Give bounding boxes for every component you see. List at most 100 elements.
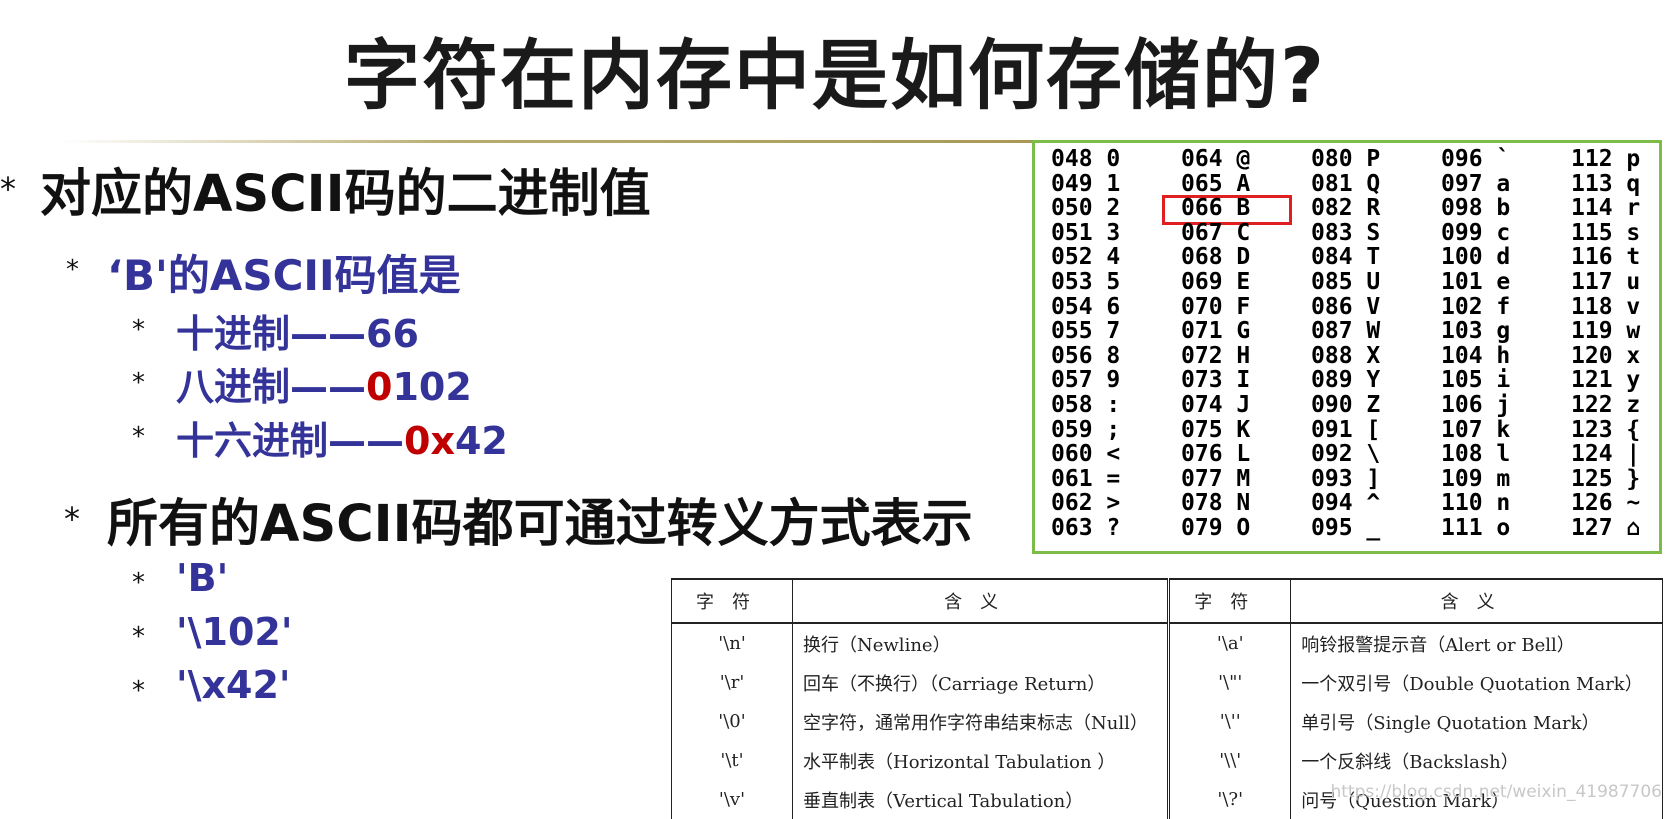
header-char: 字符 [671,578,793,624]
ascii-column: 080 P 081 Q 082 R 083 S 084 T 085 U 086 V 087 W… [1311,147,1380,541]
ascii-entry: 052 4 [1051,244,1121,271]
bullet-ascii-binary: 对应的ASCII码的二进制值 [40,165,651,224]
ascii-entry: 094 ^ [1311,490,1381,517]
ascii-table-panel: 048 0 049 1 050 2 051 3 052 4 053 5 054 6 055 7… [1032,140,1662,554]
escape-meaning: 回车（不换行）（Carriage Return） [791,663,1170,702]
decimal-value: 66 [366,312,419,356]
ascii-entry: 104 h [1441,342,1511,369]
ascii-entry: 065 A [1181,170,1251,197]
ascii-entry: 053 5 [1051,268,1121,295]
escape-char: '\v' [671,780,793,819]
ascii-entry: 070 F [1181,293,1251,320]
ascii-entry: 106 j [1441,391,1511,418]
ascii-entry: 084 T [1311,244,1381,271]
escape-char: '\"' [1167,663,1292,702]
bullet-marker: * [132,568,145,598]
ascii-entry: 054 6 [1051,293,1121,320]
ascii-entry: 085 U [1311,268,1381,295]
escape-meaning: 空字符，通常用作字符串结束标志（Null） [791,702,1170,741]
escape-meaning: 一个反斜线（Backslash） [1290,741,1663,780]
escape-meaning: 一个双引号（Double Quotation Mark） [1290,663,1663,702]
ascii-entry: 066 B [1181,195,1251,222]
bullet-escape-representation: 所有的ASCII码都可通过转义方式表示 [107,495,973,554]
ascii-entry: 114 r [1571,195,1641,222]
hex-value: 42 [454,419,508,463]
header-char: 字符 [1167,578,1292,624]
ascii-column: 096 ` 097 a 098 b 099 c 100 d 101 e 102 f 103 g… [1441,147,1510,541]
ascii-entry: 077 M [1181,465,1251,492]
bullet-marker: * [132,368,145,398]
header-meaning: 含义 [791,578,1170,624]
ascii-entry: 062 > [1051,490,1121,517]
ascii-entry: 113 q [1571,170,1641,197]
ascii-entry: 064 @ [1181,146,1251,172]
ascii-column: 064 @065 A 066 B 067 C 068 D 069 E 070 F 071 G… [1181,147,1250,541]
ascii-entry: 048 0 [1051,146,1121,172]
ascii-entry: 056 8 [1051,342,1121,369]
bullet-marker: * [132,422,145,452]
escape-char: '\t' [671,741,793,780]
hex-label: 十六进制—— [176,419,405,463]
escape-meaning: 水平制表（Horizontal Tabulation ） [791,741,1170,780]
page-title: 字符在内存中是如何存储的? [343,31,1327,120]
ascii-entry: 079 O [1181,514,1251,541]
table-row: '\t' 水平制表（Horizontal Tabulation ） '\\' 一… [671,741,1663,780]
hex-prefix: 0x [404,419,455,463]
ascii-entry: 092 \ [1311,441,1381,468]
ascii-entry: 087 W [1311,318,1381,345]
ascii-entry: 124 | [1571,441,1641,468]
ascii-entry: 057 9 [1051,367,1121,394]
ascii-entry: 049 1 [1051,170,1121,197]
ascii-entry: 058 : [1051,391,1121,418]
bullet-marker: * [132,622,145,652]
table-row: '\0' 空字符，通常用作字符串结束标志（Null） '\'' 单引号（Sing… [671,702,1663,741]
ascii-entry: 121 y [1571,367,1641,394]
ascii-entry: 108 l [1441,441,1511,468]
bullet-marker: * [0,170,16,208]
escape-meaning: 换行（Newline） [791,623,1170,663]
ascii-entry: 116 t [1571,244,1641,271]
decimal-line: 十进制——66 [176,303,419,358]
ascii-entry: 111 o [1441,514,1511,541]
ascii-entry: 067 C [1181,219,1251,246]
table-row: '\n' 换行（Newline） '\a' 响铃报警提示音（Alert or B… [671,623,1663,663]
ascii-entry: 110 n [1441,490,1511,517]
table-row: '\r' 回车（不换行）（Carriage Return） '\"' 一个双引号… [671,663,1663,702]
bullet-marker: * [66,255,79,285]
ascii-entry: 105 i [1441,367,1511,394]
ascii-entry: 055 7 [1051,318,1121,345]
ascii-entry: 123 { [1571,416,1641,443]
ascii-entry: 109 m [1441,465,1511,492]
ascii-entry: 060 < [1051,441,1121,468]
watermark-text: https://blog.csdn.net/weixin_41987706 [1330,782,1662,802]
escape-char: '\r' [671,663,793,702]
title-divider [60,140,1035,143]
example-octal-escape: '\102' [176,610,293,654]
ascii-entry: 080 P [1311,146,1381,172]
ascii-entry: 115 s [1571,219,1641,246]
ascii-entry: 072 H [1181,342,1251,369]
ascii-entry: 075 K [1181,416,1251,443]
ascii-entry: 095 _ [1311,514,1381,541]
ascii-entry: 102 f [1441,293,1511,320]
escape-char: '\n' [671,623,793,663]
ascii-entry: 091 [ [1311,416,1381,443]
ascii-entry: 083 S [1311,219,1381,246]
ascii-entry: 082 R [1311,195,1381,222]
ascii-entry: 059 ; [1051,416,1121,443]
ascii-column: 048 0 049 1 050 2 051 3 052 4 053 5 054 6 055 7… [1051,147,1120,541]
ascii-entry: 103 g [1441,318,1511,345]
ascii-entry: 081 Q [1311,170,1381,197]
ascii-entry: 120 x [1571,342,1641,369]
header-meaning: 含义 [1290,578,1663,624]
ascii-entry: 100 d [1441,244,1511,271]
example-hex-escape: '\x42' [176,663,291,707]
ascii-entry: 119 w [1571,318,1641,345]
bullet-marker: * [64,500,80,538]
ascii-entry: 097 a [1441,170,1511,197]
ascii-entry: 117 u [1571,268,1641,295]
octal-value: 102 [392,365,472,409]
ascii-entry: 071 G [1181,318,1251,345]
ascii-entry: 063 ? [1051,514,1121,541]
escape-meaning: 响铃报警提示音（Alert or Bell） [1290,623,1663,663]
